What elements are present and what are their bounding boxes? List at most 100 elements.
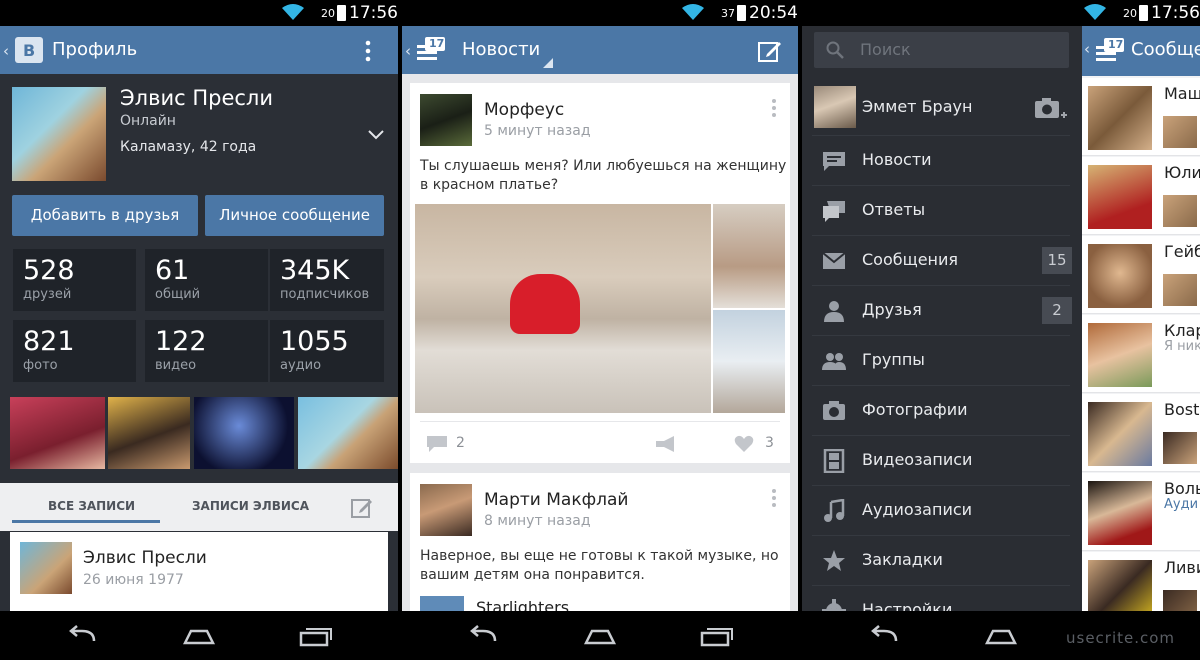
menu-item-bookmarks[interactable]: Закладки (802, 536, 1080, 586)
post-author-avatar[interactable] (20, 542, 72, 594)
profile-name: Элвис Пресли (120, 86, 273, 110)
back-chevron-icon[interactable]: ‹ (405, 42, 411, 60)
back-chevron-icon[interactable]: ‹ (1084, 40, 1090, 58)
home-nav-icon[interactable] (582, 625, 618, 647)
stat-common[interactable]: 61 общий (145, 249, 268, 311)
user-avatar (814, 86, 856, 128)
dialog-row[interactable]: Воль Ауди (1082, 473, 1200, 551)
messages-icon (822, 252, 846, 269)
wifi-icon (282, 4, 304, 20)
dialog-row[interactable]: Гейб (1082, 236, 1200, 314)
tab-elvis-posts[interactable]: ЗАПИСИ ЭЛВИСА (192, 499, 309, 513)
dialog-avatar (1088, 244, 1152, 308)
clock: 20:54 (749, 3, 798, 23)
stat-number: 1055 (280, 326, 349, 357)
send-message-button[interactable]: Личное сообщение (205, 195, 384, 236)
page-title: Профиль (52, 39, 138, 60)
dialog-row[interactable]: Юли (1082, 157, 1200, 235)
comment-icon[interactable] (426, 435, 448, 453)
post-date: 26 июня 1977 (83, 572, 184, 588)
post-photo-thumb[interactable] (713, 310, 785, 413)
photo-thumbnail[interactable] (194, 397, 294, 469)
groups-icon (822, 353, 846, 370)
messages-action-bar: ‹ 17 Сообще (1082, 26, 1200, 76)
stat-label: видео (155, 358, 197, 373)
search-input[interactable]: Поиск (814, 32, 1069, 68)
menu-item-videos[interactable]: Видеозаписи (802, 436, 1080, 486)
post-options-icon[interactable] (772, 99, 776, 117)
battery-icon (737, 5, 746, 21)
system-nav-bar (402, 611, 798, 660)
feed-post[interactable]: Морфеус 5 минут назад Ты слушаешь меня? … (410, 83, 790, 463)
dialog-name: Клар (1164, 321, 1200, 340)
dialog-row[interactable]: Клар Я ник (1082, 315, 1200, 393)
stat-friends[interactable]: 528 друзей (13, 249, 136, 311)
dialog-avatar-small (1163, 274, 1197, 306)
photo-thumbnail[interactable] (108, 397, 190, 469)
menu-item-photos[interactable]: Фотографии (802, 386, 1080, 436)
photo-thumbnail[interactable] (10, 397, 105, 469)
back-nav-icon[interactable] (64, 625, 100, 647)
stat-number: 345K (280, 255, 350, 286)
menu-label: Группы (862, 350, 925, 369)
chevron-down-icon[interactable] (368, 130, 384, 140)
post-author-name[interactable]: Морфеус (484, 100, 564, 120)
dialog-avatar (1088, 165, 1152, 229)
stat-number: 528 (23, 255, 75, 286)
notification-count: 17 (429, 37, 445, 50)
add-photo-icon[interactable] (1034, 96, 1068, 122)
stat-videos[interactable]: 122 видео (145, 320, 268, 382)
news-screen: 37 20:54 ‹ 17 Новости Морфеус 5 минут на… (402, 0, 798, 660)
post-options-icon[interactable] (772, 489, 776, 507)
like-heart-icon[interactable] (734, 435, 754, 453)
action-bar: ‹ 17 Новости (402, 26, 798, 74)
dialog-name: Юли (1164, 163, 1200, 182)
current-user-row[interactable]: Эммет Браун (802, 81, 1080, 133)
menu-item-news[interactable]: Новости (802, 136, 1080, 186)
menu-item-settings[interactable]: Настройки (802, 586, 1080, 611)
system-nav-bar (0, 611, 398, 660)
post-photo-main[interactable] (415, 204, 711, 413)
post-time: 8 минут назад (484, 513, 591, 529)
recent-apps-nav-icon[interactable] (699, 625, 735, 647)
stat-photos[interactable]: 821 фото (13, 320, 136, 382)
tab-all-posts[interactable]: ВСЕ ЗАПИСИ (48, 499, 135, 513)
share-icon[interactable] (654, 435, 678, 453)
overflow-menu-icon[interactable] (364, 40, 372, 62)
compose-icon[interactable] (758, 39, 782, 63)
stat-subscribers[interactable]: 345K подписчиков (270, 249, 384, 311)
stat-audio[interactable]: 1055 аудио (270, 320, 384, 382)
add-friend-button[interactable]: Добавить в друзья (12, 195, 198, 236)
dialog-avatar-small (1163, 432, 1197, 464)
post-author-avatar[interactable] (420, 94, 472, 146)
menu-item-messages[interactable]: Сообщения 15 (802, 236, 1080, 286)
profile-photo[interactable] (12, 87, 106, 181)
stat-number: 821 (23, 326, 75, 357)
post-photo-thumb[interactable] (713, 204, 785, 308)
menu-item-audio[interactable]: Аудиозаписи (802, 486, 1080, 536)
back-nav-icon[interactable] (866, 625, 902, 647)
menu-screen: 20 17:56 Поиск Эммет Браун Новости Ответ… (802, 0, 1200, 660)
dialog-row[interactable]: Bost (1082, 394, 1200, 472)
back-nav-icon[interactable] (465, 625, 501, 647)
home-nav-icon[interactable] (983, 625, 1019, 647)
home-nav-icon[interactable] (181, 625, 217, 647)
page-title[interactable]: Новости (462, 39, 540, 60)
compose-icon[interactable] (351, 497, 373, 519)
dialog-row[interactable]: Маш (1082, 78, 1200, 156)
post-author-avatar[interactable] (420, 484, 472, 536)
post-author-name[interactable]: Элвис Пресли (83, 548, 207, 568)
recent-apps-nav-icon[interactable] (298, 625, 334, 647)
menu-item-groups[interactable]: Группы (802, 336, 1080, 386)
menu-item-replies[interactable]: Ответы (802, 186, 1080, 236)
dialog-preview: Ауди (1164, 497, 1199, 512)
back-chevron-icon[interactable]: ‹ (3, 42, 9, 60)
wall-post[interactable]: Элвис Пресли 26 июня 1977 (10, 532, 388, 611)
stat-label: аудио (280, 358, 322, 373)
vk-logo-icon[interactable]: B (15, 37, 43, 63)
menu-item-friends[interactable]: Друзья 2 (802, 286, 1080, 336)
friend-requests-badge: 2 (1042, 297, 1072, 324)
post-author-name[interactable]: Марти Макфлай (484, 490, 628, 510)
feed-post[interactable]: Марти Макфлай 8 минут назад Наверное, вы… (410, 473, 790, 626)
photo-thumbnail[interactable] (298, 397, 398, 469)
